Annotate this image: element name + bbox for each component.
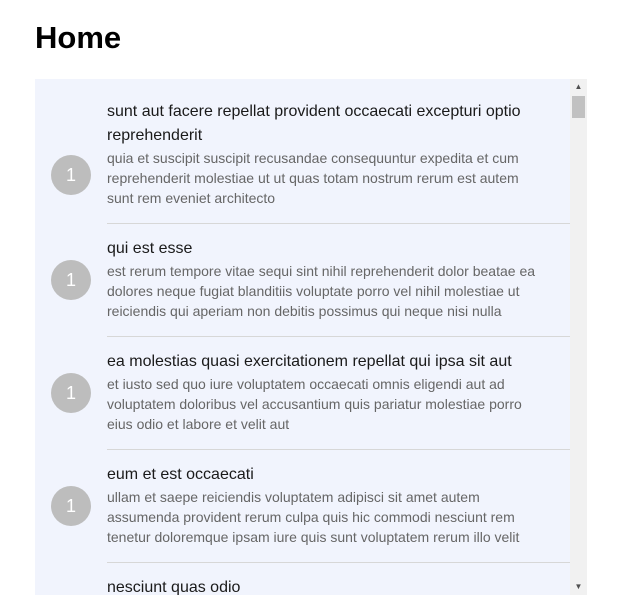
list-item[interactable]: nesciunt quas odio bbox=[35, 575, 570, 595]
scrollbar-thumb[interactable] bbox=[572, 96, 585, 118]
post-list-viewport[interactable]: 1 sunt aut facere repellat provident occ… bbox=[35, 79, 570, 595]
list-item[interactable]: 1 qui est esse est rerum tempore vitae s… bbox=[35, 236, 570, 336]
avatar: 1 bbox=[51, 373, 91, 413]
list-item-text: nesciunt quas odio bbox=[107, 576, 570, 595]
list-item-body: et iusto sed quo iure voluptatem occaeca… bbox=[107, 376, 522, 432]
list-item-text: sunt aut facere repellat provident occae… bbox=[107, 100, 570, 208]
list-item-body: ullam et saepe reiciendis voluptatem adi… bbox=[107, 489, 520, 545]
scroll-down-arrow-icon[interactable]: ▼ bbox=[570, 579, 587, 595]
post-list[interactable]: 1 sunt aut facere repellat provident occ… bbox=[35, 79, 587, 595]
list-item-title: sunt aut facere repellat provident occae… bbox=[107, 103, 521, 144]
list-item[interactable]: 1 eum et est occaecati ullam et saepe re… bbox=[35, 462, 570, 562]
list-item-text: ea molestias quasi exercitationem repell… bbox=[107, 350, 570, 434]
list-item-text: eum et est occaecati ullam et saepe reic… bbox=[107, 463, 570, 547]
list-item-title: qui est esse bbox=[107, 240, 193, 257]
list-item[interactable]: 1 sunt aut facere repellat provident occ… bbox=[35, 99, 570, 223]
vertical-scrollbar[interactable]: ▲ ▼ bbox=[570, 79, 587, 595]
divider bbox=[107, 449, 570, 450]
page-title: Home bbox=[35, 20, 122, 55]
list-item-title: ea molestias quasi exercitationem repell… bbox=[107, 353, 512, 370]
divider bbox=[107, 562, 570, 563]
divider bbox=[107, 223, 570, 224]
list-item[interactable]: 1 ea molestias quasi exercitationem repe… bbox=[35, 349, 570, 449]
list-item-body: est rerum tempore vitae sequi sint nihil… bbox=[107, 263, 536, 319]
list-item-title: nesciunt quas odio bbox=[107, 579, 241, 595]
divider bbox=[107, 336, 570, 337]
list-item-text: qui est esse est rerum tempore vitae seq… bbox=[107, 237, 570, 321]
list-item-body: quia et suscipit suscipit recusandae con… bbox=[107, 150, 519, 206]
avatar: 1 bbox=[51, 486, 91, 526]
scroll-up-arrow-icon[interactable]: ▲ bbox=[570, 79, 587, 95]
avatar: 1 bbox=[51, 260, 91, 300]
avatar: 1 bbox=[51, 155, 91, 195]
list-item-title: eum et est occaecati bbox=[107, 466, 254, 483]
